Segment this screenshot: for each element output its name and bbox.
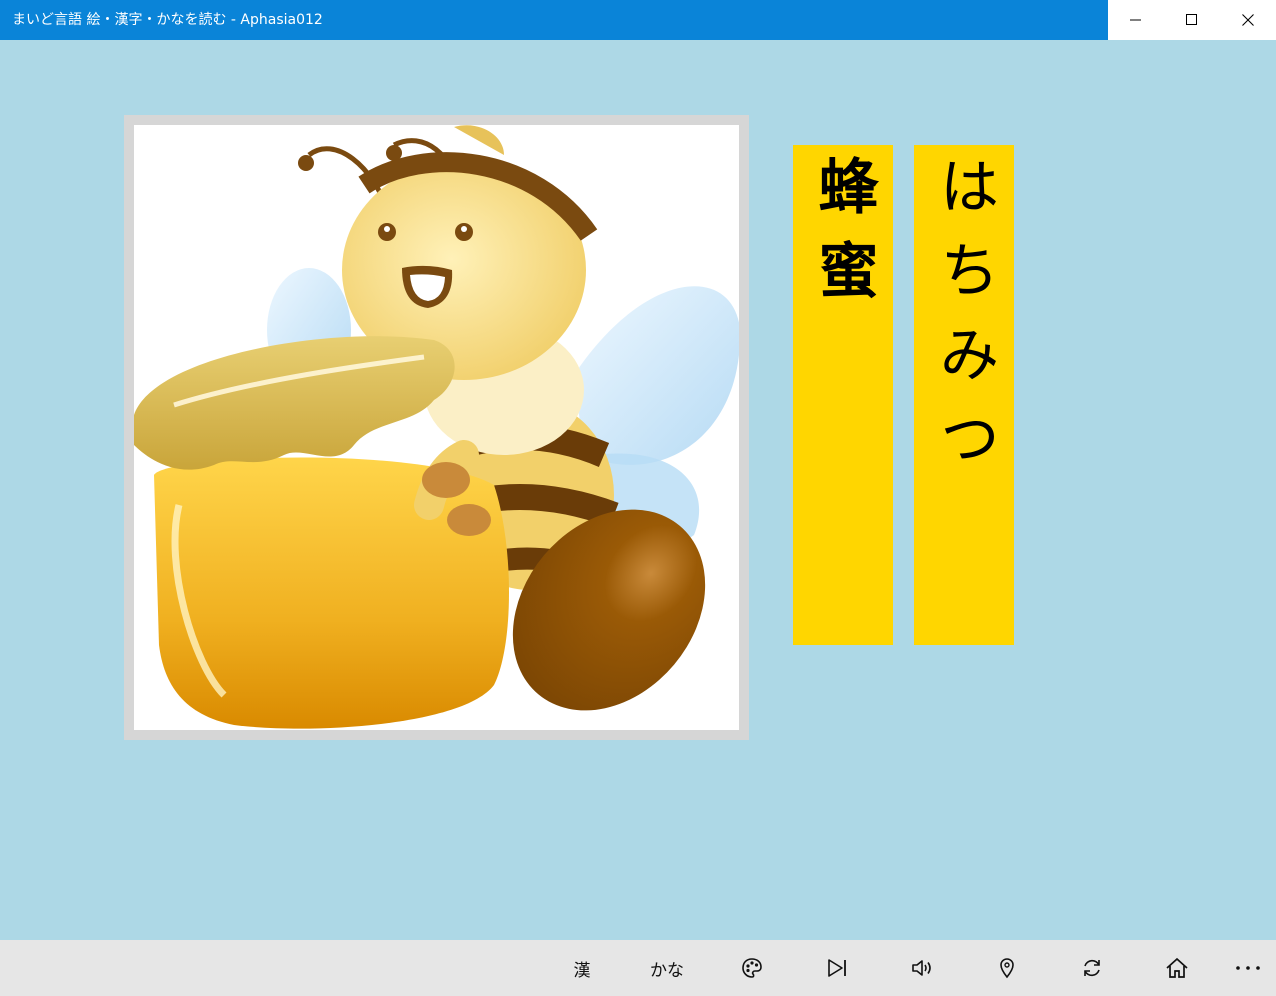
maximize-button[interactable]: [1164, 0, 1220, 40]
location-pin-icon: [1000, 958, 1014, 979]
home-icon: [1166, 957, 1188, 978]
close-button[interactable]: [1220, 0, 1276, 40]
more-icon: [1236, 966, 1260, 970]
minimize-button[interactable]: [1108, 0, 1164, 40]
more-button[interactable]: [1218, 940, 1276, 996]
maximize-icon: [1186, 14, 1197, 25]
palette-button[interactable]: [722, 940, 782, 996]
speaker-icon: [912, 960, 931, 976]
close-icon: [1242, 14, 1254, 26]
home-button[interactable]: [1147, 940, 1207, 996]
window-title: まいど言語 絵・漢字・かなを読む - Aphasia012: [12, 12, 323, 28]
kanji-card[interactable]: 蜂蜜: [793, 145, 893, 645]
bee-honey-illustration: [134, 125, 739, 729]
app-bar: 漢 かな: [0, 940, 1276, 996]
picture-canvas: [134, 125, 739, 730]
kana-word: はちみつ: [929, 155, 999, 491]
speak-button[interactable]: [892, 940, 952, 996]
title-bar: まいど言語 絵・漢字・かなを読む - Aphasia012: [0, 0, 1276, 40]
skip-next-icon: [828, 959, 846, 977]
kanji-button[interactable]: 漢: [552, 940, 612, 996]
picture-frame: [124, 115, 749, 740]
title-area: まいど言語 絵・漢字・かなを読む - Aphasia012: [0, 0, 1108, 40]
refresh-button[interactable]: [1062, 940, 1122, 996]
kana-card[interactable]: はちみつ: [914, 145, 1014, 645]
refresh-icon: [1084, 959, 1100, 977]
minimize-icon: [1130, 19, 1141, 21]
next-button[interactable]: [807, 940, 867, 996]
kana-button[interactable]: かな: [637, 940, 697, 996]
palette-icon: [742, 958, 762, 978]
kanji-word: 蜂蜜: [808, 155, 878, 323]
location-button[interactable]: [977, 940, 1037, 996]
